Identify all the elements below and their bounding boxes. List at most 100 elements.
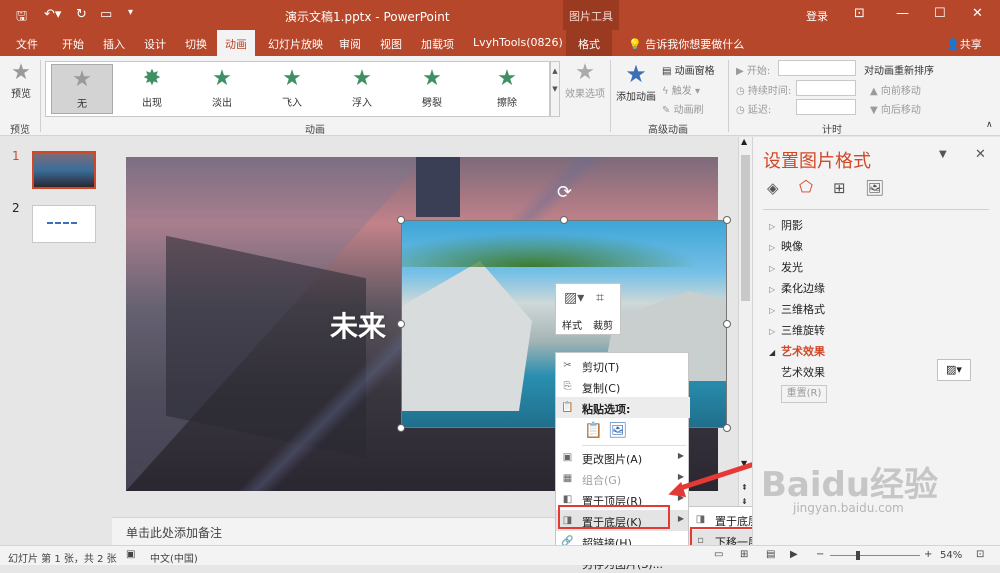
- tab-insert[interactable]: 插入: [103, 36, 125, 52]
- tab-transitions[interactable]: 切换: [185, 36, 207, 52]
- tab-animations[interactable]: 动画: [217, 30, 255, 56]
- zoom-out-icon[interactable]: −: [816, 549, 824, 560]
- tab-design[interactable]: 设计: [144, 36, 166, 52]
- resize-handle[interactable]: [560, 216, 568, 224]
- picture-icon[interactable]: 🖼: [865, 179, 884, 197]
- fill-line-icon[interactable]: ◈: [767, 179, 779, 197]
- zoom-slider-thumb[interactable]: [856, 551, 860, 560]
- section-soft-edges[interactable]: ▷ 柔化边缘: [769, 280, 825, 296]
- resize-handle[interactable]: [723, 424, 731, 432]
- resize-handle[interactable]: [397, 216, 405, 224]
- anim-fly-in[interactable]: ★ 飞入: [261, 64, 323, 114]
- resize-handle[interactable]: [397, 320, 405, 328]
- star-icon: ★: [422, 66, 442, 91]
- star-icon: ✸: [142, 66, 162, 91]
- section-shadow[interactable]: ▷ 阴影: [769, 217, 803, 233]
- preview-button[interactable]: ★ 预览: [6, 60, 36, 100]
- tab-review[interactable]: 审阅: [339, 36, 361, 52]
- gallery-scroll[interactable]: ▲ ▼: [550, 61, 560, 117]
- start-select[interactable]: [778, 60, 856, 76]
- zoom-level[interactable]: 54%: [940, 550, 962, 561]
- group-label-animation: 动画: [305, 125, 325, 136]
- anim-label: 劈裂: [422, 98, 442, 109]
- duration-spinner[interactable]: [796, 80, 856, 96]
- pane-close-icon[interactable]: ✕: [975, 147, 986, 162]
- tab-format[interactable]: 格式: [566, 30, 612, 56]
- resize-handle[interactable]: [723, 216, 731, 224]
- tab-lvyhtools[interactable]: LvyhTools(0826): [473, 36, 563, 49]
- style-icon[interactable]: ▨▾: [564, 290, 584, 306]
- ribbon-display-icon[interactable]: ⊡: [854, 6, 865, 21]
- resize-handle[interactable]: [397, 424, 405, 432]
- tell-me-box[interactable]: 💡 告诉我你想要做什么: [628, 36, 744, 52]
- fit-window-icon[interactable]: ⊡: [976, 549, 984, 560]
- normal-view-icon[interactable]: ▭: [714, 549, 723, 560]
- add-animation-button[interactable]: ★ 添加动画: [613, 60, 659, 103]
- tab-file[interactable]: 文件: [16, 36, 38, 52]
- next-slide-icon[interactable]: ⇟: [741, 497, 748, 506]
- tab-view[interactable]: 视图: [380, 36, 402, 52]
- redo-icon[interactable]: ↻: [76, 7, 87, 22]
- crop-icon[interactable]: ⌗: [596, 290, 604, 306]
- slide-thumbnail-2[interactable]: [32, 205, 96, 243]
- tab-slideshow[interactable]: 幻灯片放映: [268, 36, 323, 52]
- slide-thumbnail-1[interactable]: [32, 151, 96, 189]
- rotate-handle-icon[interactable]: ⟳: [557, 182, 572, 203]
- slideshow-icon[interactable]: ▭: [100, 7, 112, 22]
- paste-picture-icon[interactable]: 🖼: [608, 421, 627, 439]
- reset-button[interactable]: 重置(R): [781, 385, 827, 403]
- prev-slide-icon[interactable]: ⇞: [741, 483, 748, 492]
- menu-item-change-picture[interactable]: ▣ 更改图片(A) ▶: [556, 447, 690, 468]
- trigger-button[interactable]: ϟ 触发 ▾: [662, 82, 700, 97]
- menu-item-copy[interactable]: ⎘ 复制(C): [556, 376, 690, 397]
- scroll-thumb[interactable]: [741, 155, 750, 301]
- customize-qat-icon[interactable]: ▾: [128, 7, 133, 18]
- section-glow[interactable]: ▷ 发光: [769, 259, 803, 275]
- move-earlier-button[interactable]: ▲ 向前移动: [870, 82, 921, 97]
- size-properties-icon[interactable]: ⊞: [833, 179, 846, 197]
- slideshow-view-icon[interactable]: ▶: [790, 549, 798, 560]
- share-button[interactable]: 👤共享: [946, 36, 982, 52]
- anim-split[interactable]: ★ 劈裂: [401, 64, 463, 114]
- artistic-effect-dropdown[interactable]: ▨▾: [937, 359, 971, 381]
- tab-home[interactable]: 开始: [62, 36, 84, 52]
- maximize-icon[interactable]: ☐: [934, 6, 946, 21]
- section-reflection[interactable]: ▷ 映像: [769, 238, 803, 254]
- section-artistic-effects[interactable]: ◢ 艺术效果: [769, 343, 825, 359]
- menu-item-cut[interactable]: ✂ 剪切(T): [556, 355, 690, 376]
- resize-handle[interactable]: [723, 320, 731, 328]
- paste-keep-format-icon[interactable]: 📋: [584, 421, 603, 439]
- login-link[interactable]: 登录: [806, 8, 828, 24]
- editor-scrollbar[interactable]: ▲ ▼ ⇞ ⇟: [738, 137, 752, 517]
- save-icon[interactable]: 🖫: [16, 7, 27, 29]
- style-button-label[interactable]: 样式: [562, 317, 582, 332]
- anim-none[interactable]: ★ 无: [51, 64, 113, 114]
- collapse-ribbon-icon[interactable]: ∧: [986, 120, 993, 130]
- effects-icon[interactable]: ⬠: [799, 177, 813, 196]
- section-3d-rotation[interactable]: ▷ 三维旋转: [769, 322, 825, 338]
- section-3d-format[interactable]: ▷ 三维格式: [769, 301, 825, 317]
- language-status[interactable]: 中文(中国): [150, 550, 198, 565]
- zoom-slider[interactable]: [830, 555, 920, 556]
- sorter-view-icon[interactable]: ⊞: [740, 549, 748, 560]
- reading-view-icon[interactable]: ▤: [766, 549, 775, 560]
- scroll-up-icon[interactable]: ▲: [741, 137, 747, 146]
- anim-fade[interactable]: ★ 淡出: [191, 64, 253, 114]
- anim-wipe[interactable]: ★ 擦除: [476, 64, 538, 114]
- tab-addins[interactable]: 加载项: [421, 36, 454, 52]
- crop-button-label[interactable]: 裁剪: [593, 317, 613, 332]
- move-later-button[interactable]: ▼ 向后移动: [870, 101, 921, 116]
- zoom-in-icon[interactable]: +: [924, 549, 932, 560]
- undo-icon[interactable]: ↶▾: [44, 7, 61, 22]
- animation-pane-button[interactable]: ▤ 动画窗格: [662, 62, 715, 77]
- slide-title-text[interactable]: 未来: [330, 305, 386, 345]
- spelling-icon[interactable]: ▣: [126, 549, 135, 560]
- delay-spinner[interactable]: [796, 99, 856, 115]
- close-icon[interactable]: ✕: [972, 6, 983, 21]
- animation-painter-button[interactable]: ✎ 动画刷: [662, 101, 704, 116]
- anim-float-in[interactable]: ★ 浮入: [331, 64, 393, 114]
- effect-options-button[interactable]: ★ 效果选项: [562, 60, 608, 100]
- minimize-icon[interactable]: —: [896, 6, 909, 21]
- anim-appear[interactable]: ✸ 出现: [121, 64, 183, 114]
- pane-options-icon[interactable]: ▼: [939, 149, 947, 160]
